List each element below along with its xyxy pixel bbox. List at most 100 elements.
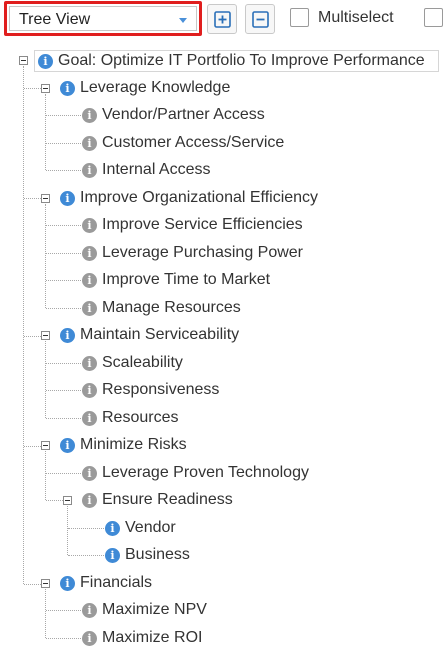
tree-node-vendor-partner-access[interactable]: i Vendor/Partner Access — [82, 103, 265, 127]
tree-connector-line — [45, 204, 46, 308]
tree-node-label: Ensure Readiness — [102, 491, 233, 508]
info-icon[interactable]: i — [60, 437, 75, 453]
tree-node-leverage-purchasing-power[interactable]: i Leverage Purchasing Power — [82, 241, 303, 265]
info-icon[interactable]: i — [82, 217, 97, 233]
tree-node-label: Maximize NPV — [102, 601, 207, 618]
info-icon[interactable]: i — [82, 465, 97, 481]
tree-connector-line — [45, 94, 46, 170]
tree-node-maximize-npv[interactable]: i Maximize NPV — [82, 598, 207, 622]
tree-node-label: Maintain Serviceability — [80, 326, 240, 343]
tree-connector-line — [46, 170, 81, 171]
tree-node-label: Goal: Optimize IT Portfolio To Improve P… — [58, 52, 425, 69]
tree-node-label: Resources — [102, 409, 179, 426]
tree-node-label: Business — [125, 546, 190, 563]
tree-node-label: Maximize ROI — [102, 629, 203, 646]
tree-connector-line — [68, 555, 104, 556]
tree-node-label: Minimize Risks — [80, 436, 187, 453]
tree-node-label: Leverage Knowledge — [80, 79, 231, 96]
tree-connector-line — [46, 418, 81, 419]
info-icon[interactable]: i — [60, 327, 75, 343]
info-icon[interactable]: i — [38, 53, 53, 69]
tree-node-label: Manage Resources — [102, 299, 241, 316]
collapse-toggle-maintain-serviceability[interactable] — [41, 331, 50, 340]
info-icon[interactable]: i — [60, 575, 75, 591]
tree-node-leverage-knowledge[interactable]: i Leverage Knowledge — [60, 76, 230, 100]
tree-node-scaleability[interactable]: i Scaleability — [82, 351, 183, 375]
collapse-toggle-improve-organizational-efficiency[interactable] — [41, 194, 50, 203]
collapse-toggle-ensure-readiness[interactable] — [63, 496, 72, 505]
tree-connector-line — [46, 610, 81, 611]
tree-node-leverage-proven-technology[interactable]: i Leverage Proven Technology — [82, 461, 309, 485]
tree-node-resources[interactable]: i Resources — [82, 406, 178, 430]
expand-all-button[interactable] — [207, 4, 237, 34]
tree-connector-line — [46, 638, 81, 639]
collapse-all-button[interactable] — [245, 4, 275, 34]
tree-node-minimize-risks[interactable]: i Minimize Risks — [60, 433, 187, 457]
tree-node-customer-access-service[interactable]: i Customer Access/Service — [82, 131, 284, 155]
info-icon[interactable]: i — [60, 80, 75, 96]
tree-node-label: Responsiveness — [102, 381, 220, 398]
info-icon[interactable]: i — [82, 135, 97, 151]
tree-node-label: Improve Time to Market — [102, 271, 271, 288]
info-icon[interactable]: i — [82, 300, 97, 316]
info-icon[interactable]: i — [82, 630, 97, 646]
tree-connector-line — [24, 88, 41, 89]
tree-connector-line — [46, 500, 63, 501]
tree-connector-line — [68, 528, 104, 529]
tree-node-business[interactable]: i Business — [105, 543, 190, 567]
info-icon[interactable]: i — [82, 602, 97, 618]
tree-node-manage-resources[interactable]: i Manage Resources — [82, 296, 241, 320]
tree-node-improve-service-efficiencies[interactable]: i Improve Service Efficiencies — [82, 213, 303, 237]
tree-node-improve-time-to-market[interactable]: i Improve Time to Market — [82, 268, 270, 292]
tree-node-improve-organizational-efficiency[interactable]: i Improve Organizational Efficiency — [60, 186, 318, 210]
tree-connector-line — [46, 390, 81, 391]
tree-node-maintain-serviceability[interactable]: i Maintain Serviceability — [60, 323, 239, 347]
tree-connector-line — [45, 341, 46, 418]
tree-connector-line — [67, 506, 68, 555]
minus-square-icon — [252, 11, 269, 28]
tree-node-label: Vendor — [125, 519, 176, 536]
tree-connector-line — [46, 143, 81, 144]
info-icon[interactable]: i — [105, 547, 120, 563]
tree-node-label: Customer Access/Service — [102, 134, 285, 151]
tree-connector-line — [46, 280, 81, 281]
tree-node-label: Internal Access — [102, 161, 211, 178]
info-icon[interactable]: i — [82, 382, 97, 398]
tree-node-internal-access[interactable]: i Internal Access — [82, 158, 211, 182]
collapse-toggle-minimize-risks[interactable] — [41, 441, 50, 450]
view-select-value: Tree View — [19, 11, 91, 28]
tree-node-financials[interactable]: i Financials — [60, 571, 152, 595]
tree-node-label: Leverage Proven Technology — [102, 464, 309, 481]
tree-connector-line — [24, 584, 41, 585]
tree-node-vendor[interactable]: i Vendor — [105, 516, 176, 540]
tree-node-label: Vendor/Partner Access — [102, 106, 265, 123]
info-icon[interactable]: i — [60, 190, 75, 206]
tree-connector-line — [46, 363, 81, 364]
view-select-dropdown[interactable]: Tree View — [4, 1, 202, 36]
tree-node-root[interactable]: i Goal: Optimize IT Portfolio To Improve… — [38, 49, 425, 73]
tree-node-ensure-readiness[interactable]: i Ensure Readiness — [82, 488, 233, 512]
tree-connector-line — [46, 225, 81, 226]
tree-connector-line — [45, 589, 46, 638]
secondary-checkbox[interactable] — [424, 8, 443, 27]
info-icon[interactable]: i — [82, 272, 97, 288]
multiselect-checkbox[interactable] — [290, 8, 309, 27]
tree-connector-line — [24, 446, 41, 447]
info-icon[interactable]: i — [105, 520, 120, 536]
tree-node-maximize-roi[interactable]: i Maximize ROI — [82, 626, 202, 650]
info-icon[interactable]: i — [82, 492, 97, 508]
collapse-toggle-financials[interactable] — [41, 579, 50, 588]
info-icon[interactable]: i — [82, 355, 97, 371]
multiselect-label: Multiselect — [318, 9, 394, 26]
view-select-field[interactable]: Tree View — [9, 6, 197, 31]
collapse-toggle-root[interactable] — [19, 56, 28, 65]
tree-node-responsiveness[interactable]: i Responsiveness — [82, 378, 219, 402]
info-icon[interactable]: i — [82, 162, 97, 178]
info-icon[interactable]: i — [82, 245, 97, 261]
tree-connector-line — [46, 308, 81, 309]
collapse-toggle-leverage-knowledge[interactable] — [41, 84, 50, 93]
tree-node-label: Improve Service Efficiencies — [102, 216, 303, 233]
info-icon[interactable]: i — [82, 107, 97, 123]
tree-connector-line — [23, 66, 24, 584]
info-icon[interactable]: i — [82, 410, 97, 426]
